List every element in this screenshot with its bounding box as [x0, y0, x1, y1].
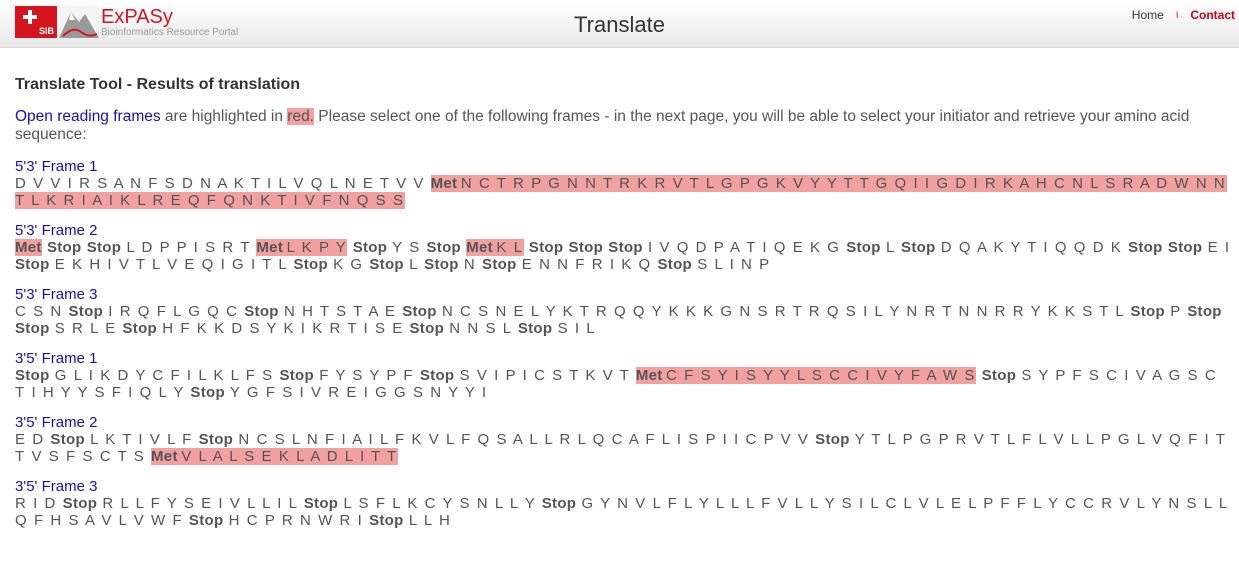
frame-link[interactable]: 5'3' Frame 3: [15, 286, 1233, 303]
top-nav: Home I Contact: [1132, 8, 1235, 22]
stop-codon: Stop: [86, 239, 122, 256]
stop-codon: Stop: [190, 384, 225, 401]
stop-codon: Stop: [50, 431, 85, 448]
frame-link[interactable]: 3'5' Frame 1: [15, 350, 1233, 367]
stop-codon: Stop: [122, 320, 158, 337]
stop-codon: Stop: [369, 256, 404, 273]
frame-sequence: Met Stop Stop L D P P I S R T Met L K P …: [15, 239, 1232, 273]
frame-sequence: C S N Stop I R Q F L G Q C Stop N H T S …: [15, 303, 1222, 337]
intro-mid: are highlighted in: [160, 108, 288, 125]
frame-link[interactable]: 3'5' Frame 3: [15, 478, 1233, 495]
orf-highlight: Met C F S Y I S Y Y L S C C I V Y F A W …: [635, 367, 977, 384]
nav-contact-link[interactable]: Contact: [1190, 8, 1235, 22]
frame-sequence: R I D Stop R L L F Y S E I V L L I L Sto…: [15, 495, 1229, 529]
frame-2: 5'3' Frame 2 Met Stop Stop L D P P I S R …: [15, 222, 1233, 273]
stop-codon: Stop: [981, 367, 1017, 384]
frame-4: 3'5' Frame 1 Stop G L I K D Y C F I L K L…: [15, 350, 1233, 401]
stop-codon: Stop: [419, 367, 455, 384]
frame-list: 5'3' Frame 1D V V I R S A N F S D N A K …: [15, 158, 1233, 529]
stop-codon: Stop: [657, 256, 693, 273]
orf-highlight: Met N C T R P G N N T R K R V T L G P G …: [15, 175, 1227, 209]
stop-codon: Stop: [608, 239, 643, 256]
frame-6: 3'5' Frame 3R I D Stop R L L F Y S E I V…: [15, 478, 1233, 529]
intro-red-word: red.: [287, 108, 314, 125]
frame-1: 5'3' Frame 1D V V I R S A N F S D N A K …: [15, 158, 1233, 209]
stop-codon: Stop: [541, 495, 577, 512]
results-heading: Translate Tool - Results of translation: [15, 76, 301, 93]
stop-codon: Stop: [815, 431, 850, 448]
orf-highlight: Met K L: [466, 239, 524, 256]
stop-codon: Stop: [528, 239, 564, 256]
stop-codon: Stop: [1130, 303, 1165, 320]
frame-sequence: D V V I R S A N F S D N A K T I L V Q L …: [15, 175, 1227, 209]
intro-text: Open reading frames are highlighted in r…: [15, 108, 1233, 144]
stop-codon: Stop: [402, 303, 437, 320]
stop-codon: Stop: [482, 256, 517, 273]
stop-codon: Stop: [244, 303, 279, 320]
stop-codon: Stop: [279, 367, 314, 384]
orf-highlight: Met L K P Y: [256, 239, 348, 256]
stop-codon: Stop: [901, 239, 936, 256]
stop-codon: Stop: [46, 239, 82, 256]
stop-codon: Stop: [1167, 239, 1203, 256]
stop-codon: Stop: [303, 495, 339, 512]
stop-codon: Stop: [293, 256, 328, 273]
stop-codon: Stop: [68, 303, 104, 320]
frame-5: 3'5' Frame 2E D Stop L K T I V L F Stop …: [15, 414, 1233, 465]
orf-highlight: Met: [15, 239, 42, 256]
stop-codon: Stop: [1187, 303, 1222, 320]
frame-sequence: Stop G L I K D Y C F I L K L F S Stop F …: [15, 367, 1218, 401]
stop-codon: Stop: [517, 320, 553, 337]
stop-codon: Stop: [568, 239, 604, 256]
stop-codon: Stop: [188, 512, 224, 529]
stop-codon: Stop: [1128, 239, 1163, 256]
stop-codon: Stop: [62, 495, 98, 512]
stop-codon: Stop: [426, 239, 461, 256]
stop-codon: Stop: [15, 320, 50, 337]
nav-home-link[interactable]: Home: [1132, 8, 1164, 22]
header-bar: SIB ExPASy Bioinformatics Resource Porta…: [0, 0, 1239, 48]
page-title: Translate: [574, 12, 665, 37]
stop-codon: Stop: [424, 256, 459, 273]
stop-codon: Stop: [198, 431, 234, 448]
frame-sequence: E D Stop L K T I V L F Stop N C S L N F …: [15, 431, 1227, 465]
orf-help-link[interactable]: Open reading frames: [15, 108, 161, 125]
stop-codon: Stop: [15, 256, 50, 273]
stop-codon: Stop: [369, 512, 404, 529]
main-content: Translate Tool - Results of translation …: [15, 76, 1233, 542]
stop-codon: Stop: [15, 367, 50, 384]
stop-codon: Stop: [352, 239, 388, 256]
stop-codon: Stop: [409, 320, 445, 337]
orf-highlight: Met V L A L S E K L A D L I T T: [151, 448, 399, 465]
frame-link[interactable]: 3'5' Frame 2: [15, 414, 1233, 431]
stop-codon: Stop: [846, 239, 881, 256]
nav-separator: I: [1175, 10, 1179, 20]
frame-3: 5'3' Frame 3C S N Stop I R Q F L G Q C S…: [15, 286, 1233, 337]
frame-link[interactable]: 5'3' Frame 2: [15, 222, 1233, 239]
frame-link[interactable]: 5'3' Frame 1: [15, 158, 1233, 175]
